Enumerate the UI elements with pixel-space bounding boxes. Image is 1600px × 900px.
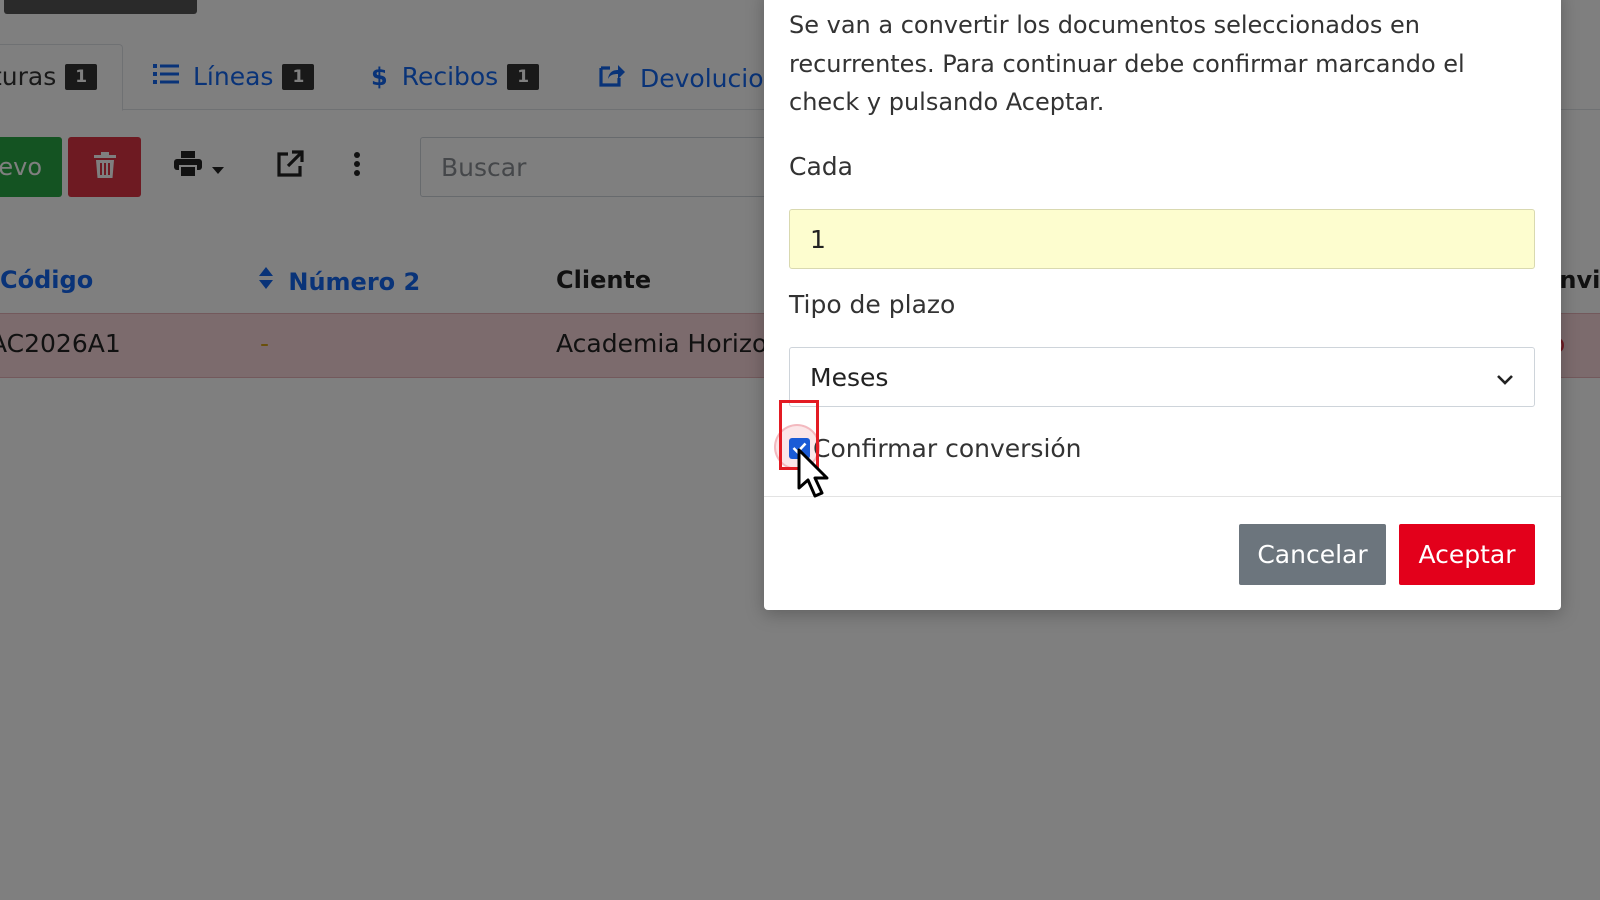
modal-message: Se van a convertir los documentos selecc… (789, 11, 1465, 116)
cada-input[interactable] (789, 209, 1535, 269)
modal-footer-divider (764, 496, 1561, 497)
convert-recurring-modal: Se van a convertir los documentos selecc… (764, 0, 1561, 610)
confirm-conversion-label: Confirmar conversión (813, 433, 1082, 463)
tipo-plazo-label: Tipo de plazo (789, 290, 956, 319)
accept-button-label: Aceptar (1418, 540, 1516, 569)
cada-label: Cada (789, 152, 853, 181)
cancel-button[interactable]: Cancelar (1239, 524, 1386, 585)
tipo-plazo-select[interactable]: Meses (789, 347, 1535, 407)
tipo-plazo-value: Meses (810, 362, 889, 392)
cancel-button-label: Cancelar (1257, 540, 1368, 569)
chevron-down-icon (1496, 363, 1514, 392)
accept-button[interactable]: Aceptar (1399, 524, 1535, 585)
mouse-pointer-icon (797, 448, 835, 504)
